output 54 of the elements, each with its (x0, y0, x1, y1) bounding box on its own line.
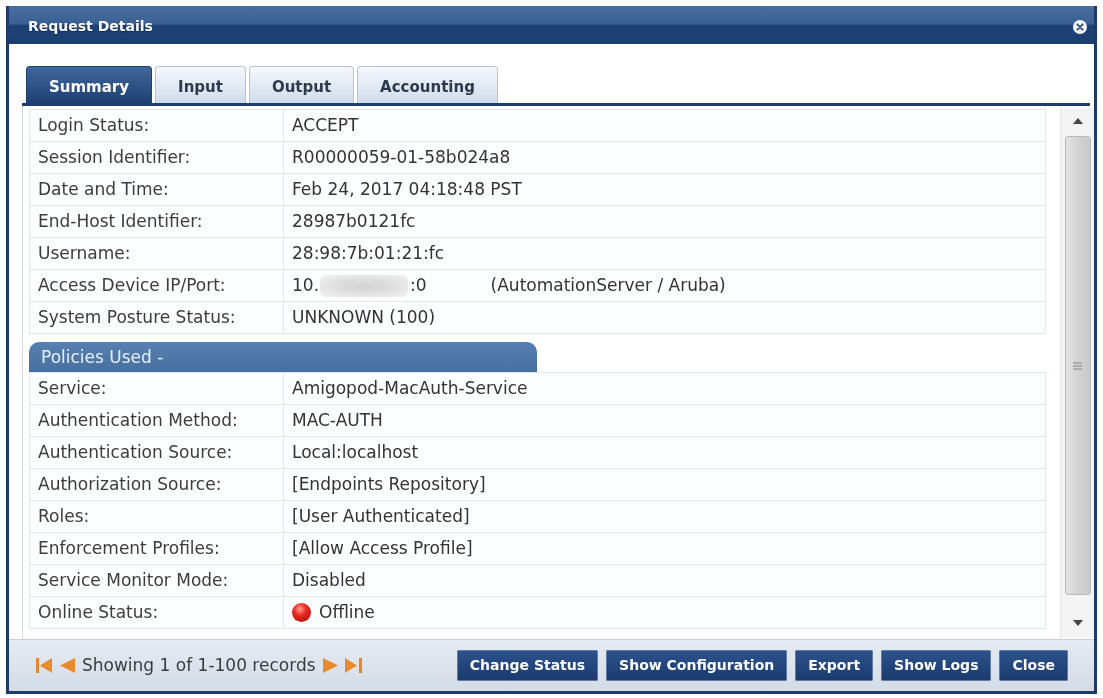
field-label: Enforcement Profiles: (29, 532, 284, 565)
close-icon[interactable] (1073, 19, 1087, 34)
field-label: Roles: (29, 500, 284, 533)
last-page-icon[interactable] (344, 657, 362, 674)
field-value: 28:98:7b:01:21:fc (283, 237, 1046, 270)
field-label: Service: (29, 372, 284, 405)
tab[interactable]: Input (155, 66, 246, 103)
field-value: UNKNOWN (100) (283, 301, 1046, 334)
action-button[interactable]: Export (795, 650, 874, 681)
previous-page-icon[interactable] (59, 657, 75, 674)
field-value: Amigopod-MacAuth-Service (283, 372, 1046, 405)
ip-address-text: 10. (292, 274, 320, 295)
next-page-icon[interactable] (322, 657, 339, 674)
first-page-icon[interactable] (36, 657, 53, 674)
field-value: [Endpoints Repository] (283, 468, 1046, 501)
field-value: Feb 24, 2017 04:18:48 PST (283, 173, 1046, 206)
action-button[interactable]: Close (999, 650, 1068, 681)
field-value: Local:localhost (283, 436, 1046, 469)
field-label: Session Identifier: (29, 141, 284, 174)
tab[interactable]: Accounting (357, 66, 498, 103)
field-label: System Posture Status: (29, 301, 284, 334)
field-label: Service Monitor Mode: (29, 564, 284, 597)
field-value: [User Authenticated] (283, 500, 1046, 533)
field-value: Disabled (283, 564, 1046, 597)
tab[interactable]: Summary (26, 66, 153, 103)
field-value: [Allow Access Profile] (283, 532, 1046, 565)
action-button[interactable]: Show Logs (881, 650, 992, 681)
field-label: Authentication Method: (29, 404, 284, 437)
field-label: Access Device IP/Port: (29, 269, 284, 302)
scroll-thumb[interactable] (1064, 136, 1091, 595)
field-value: R00000059-01-58b024a8 (283, 141, 1046, 174)
tab[interactable]: Output (248, 66, 355, 103)
field-label: Authentication Source: (29, 436, 284, 469)
field-label: Authorization Source: (29, 468, 284, 501)
field-value: MAC-AUTH (283, 404, 1046, 437)
status-text: Offline (319, 601, 375, 622)
scrollbar[interactable] (1060, 108, 1094, 638)
device-text: (AutomationServer / Aruba) (490, 274, 726, 295)
scroll-down-icon[interactable] (1072, 620, 1083, 626)
field-value: 28987b0121fc (283, 205, 1046, 238)
field-label: Online Status: (29, 596, 284, 629)
pager-text: Showing 1 of 1-100 records (82, 653, 316, 677)
section-header: Policies Used - (29, 342, 537, 372)
field-label: Date and Time: (29, 173, 284, 206)
field-label: Username: (29, 237, 284, 270)
field-value: ACCEPT (283, 109, 1046, 142)
field-label: End-Host Identifier: (29, 205, 284, 238)
field-label: Login Status: (29, 109, 284, 142)
scroll-up-icon[interactable] (1072, 118, 1083, 124)
window-title: Request Details (28, 17, 153, 36)
action-button[interactable]: Change Status (456, 650, 599, 681)
action-button[interactable]: Show Configuration (606, 650, 788, 681)
grip-icon (1073, 361, 1082, 370)
port-text: :0 (410, 274, 427, 295)
